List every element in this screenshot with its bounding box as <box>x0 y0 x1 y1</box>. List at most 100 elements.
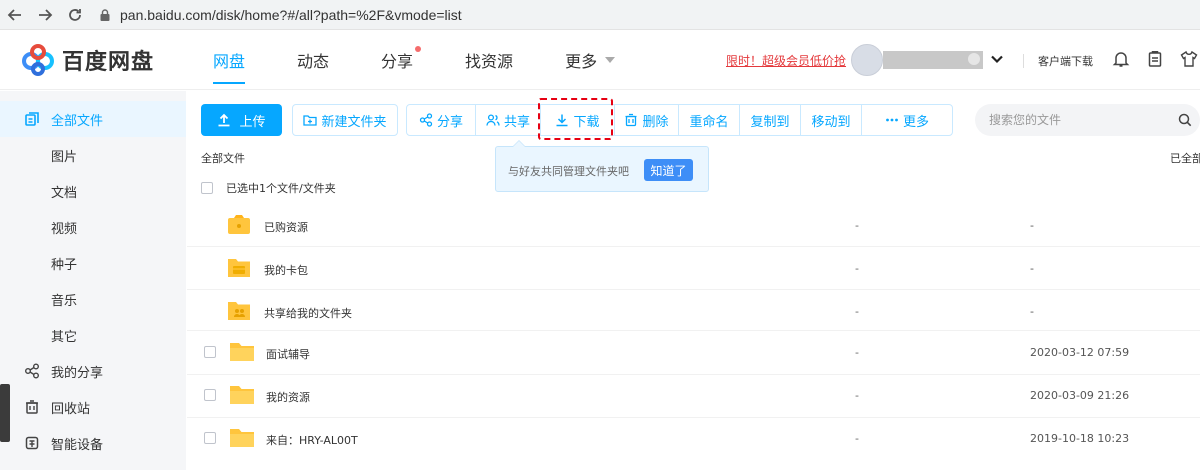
file-name[interactable]: 我的卡包 <box>264 262 308 278</box>
delete-label: 删除 <box>642 114 669 130</box>
sidebar-item-my-shares[interactable]: 我的分享 <box>0 353 186 389</box>
file-row[interactable]: 共享给我的文件夹 - - <box>187 290 1200 333</box>
share-button[interactable]: 分享 <box>407 105 476 135</box>
selection-count: 已选中1个文件/文件夹 <box>226 182 336 195</box>
copy-to-button[interactable]: 复制到 <box>740 105 801 135</box>
nav-netdisk[interactable]: 网盘 <box>213 30 246 90</box>
forward-button[interactable] <box>30 0 60 30</box>
more-button[interactable]: 更多 <box>862 105 952 135</box>
more-label: 更多 <box>902 114 929 130</box>
sidebar-item-music[interactable]: 音乐 <box>0 281 186 317</box>
file-name[interactable]: 共享给我的文件夹 <box>264 305 352 321</box>
url-text: pan.baidu.com/disk/home?#/all?path=%2F&v… <box>120 6 462 23</box>
vip-badge-icon <box>968 53 980 65</box>
folder-icon <box>230 386 254 404</box>
upload-icon <box>218 113 230 127</box>
move-to-label: 移动到 <box>811 114 851 130</box>
file-row[interactable]: 面试辅导 - 2020-03-12 07:59 <box>187 331 1200 374</box>
file-size: - <box>855 305 859 318</box>
card-folder-icon <box>228 259 250 277</box>
nav-more[interactable]: 更多 <box>565 30 616 90</box>
nav-label: 分享 <box>381 52 414 71</box>
sidebar-item-images[interactable]: 图片 <box>0 137 186 173</box>
sidebar-item-smart-devices[interactable]: 智能设备 <box>0 425 186 461</box>
notification-dot <box>415 46 422 52</box>
sidebar-item-all-files[interactable]: 全部文件 <box>0 101 186 137</box>
file-date: - <box>1030 305 1034 318</box>
files-icon <box>25 112 39 126</box>
address-bar[interactable]: pan.baidu.com/disk/home?#/all?path=%2F&v… <box>98 3 462 27</box>
new-folder-label: 新建文件夹 <box>321 114 387 130</box>
sidebar-item-videos[interactable]: 视频 <box>0 209 186 245</box>
co-share-button[interactable]: 共享 <box>476 105 541 135</box>
forward-arrow-icon <box>39 8 53 21</box>
row-checkbox[interactable] <box>204 389 216 401</box>
bell-icon[interactable] <box>1112 50 1130 68</box>
reload-button[interactable] <box>60 0 90 30</box>
new-folder-button[interactable]: 新建文件夹 <box>292 104 398 136</box>
share-label: 分享 <box>436 114 463 130</box>
file-name[interactable]: 来自：HRY-AL00T <box>266 432 358 448</box>
file-row[interactable]: 我的卡包 - - <box>187 247 1200 290</box>
resize-handle[interactable] <box>0 384 10 442</box>
sidebar-item-label: 我的分享 <box>51 365 104 381</box>
search-input[interactable] <box>989 113 1169 127</box>
sidebar-item-torrents[interactable]: 种子 <box>0 245 186 281</box>
users-icon <box>486 114 500 126</box>
avatar[interactable] <box>851 44 883 76</box>
share-icon <box>25 363 39 379</box>
loaded-all-status: 已全部 <box>1170 152 1200 165</box>
co-share-tooltip: 与好友共同管理文件夹吧 知道了 <box>495 140 709 192</box>
file-name[interactable]: 我的资源 <box>266 389 310 405</box>
copy-to-label: 复制到 <box>750 114 790 130</box>
app-header: 百度网盘 网盘 动态 分享 找资源 更多 限时！超级会员低价抢 客户端下载 <box>0 30 1200 90</box>
breadcrumb[interactable]: 全部文件 <box>201 150 245 166</box>
divider <box>1023 54 1024 68</box>
nav-share[interactable]: 分享 <box>381 30 422 90</box>
row-checkbox[interactable] <box>204 346 216 358</box>
folder-icon <box>230 429 254 447</box>
clipboard-icon[interactable] <box>1146 50 1164 68</box>
file-name[interactable]: 已购资源 <box>264 219 308 235</box>
sidebar-item-label: 文档 <box>51 185 78 201</box>
sidebar-item-recycle-bin[interactable]: 回收站 <box>0 389 186 425</box>
file-row[interactable]: 已购资源 - - <box>187 204 1200 247</box>
nav-label: 找资源 <box>465 52 514 71</box>
file-date: 2020-03-09 21:26 <box>1030 389 1130 402</box>
file-date: - <box>1030 262 1034 275</box>
folder-icon <box>230 343 254 361</box>
logo[interactable]: 百度网盘 <box>20 42 154 78</box>
sidebar: 全部文件 图片 文档 视频 种子 音乐 其它 我的分享 回收站 智能设备 <box>0 91 186 470</box>
sidebar-item-label: 其它 <box>51 329 78 345</box>
tshirt-icon[interactable] <box>1180 50 1198 68</box>
back-button[interactable] <box>0 0 30 30</box>
chevron-down-icon[interactable] <box>990 52 1004 66</box>
smart-device-icon <box>25 436 39 450</box>
sidebar-item-label: 视频 <box>51 221 78 237</box>
select-all-checkbox[interactable] <box>201 182 213 194</box>
lock-icon <box>100 8 110 21</box>
client-download-link[interactable]: 客户端下载 <box>1038 53 1093 69</box>
move-to-button[interactable]: 移动到 <box>801 105 862 135</box>
search-icon[interactable] <box>1178 113 1192 127</box>
upload-button[interactable]: 上传 <box>201 104 282 136</box>
sidebar-item-label: 智能设备 <box>51 437 104 453</box>
vip-promo-link[interactable]: 限时！超级会员低价抢 <box>726 52 846 69</box>
nav-label: 动态 <box>297 52 330 71</box>
sidebar-item-other[interactable]: 其它 <box>0 317 186 353</box>
row-checkbox[interactable] <box>204 432 216 444</box>
nav-activity[interactable]: 动态 <box>297 30 329 90</box>
file-size: - <box>855 432 859 445</box>
nav-label: 网盘 <box>213 52 246 71</box>
file-row[interactable]: 我的资源 - 2020-03-09 21:26 <box>187 374 1200 417</box>
file-name[interactable]: 面试辅导 <box>266 346 310 362</box>
download-highlight-annotation <box>538 98 613 140</box>
rename-button[interactable]: 重命名 <box>679 105 740 135</box>
got-it-button[interactable]: 知道了 <box>644 159 693 181</box>
sidebar-item-documents[interactable]: 文档 <box>0 173 186 209</box>
nav-find-resources[interactable]: 找资源 <box>465 30 513 90</box>
file-row[interactable]: 来自：HRY-AL00T - 2019-10-18 10:23 <box>187 417 1200 460</box>
sidebar-item-label: 音乐 <box>51 293 78 309</box>
browser-toolbar: pan.baidu.com/disk/home?#/all?path=%2F&v… <box>0 0 1200 30</box>
delete-button[interactable]: 删除 <box>615 105 679 135</box>
